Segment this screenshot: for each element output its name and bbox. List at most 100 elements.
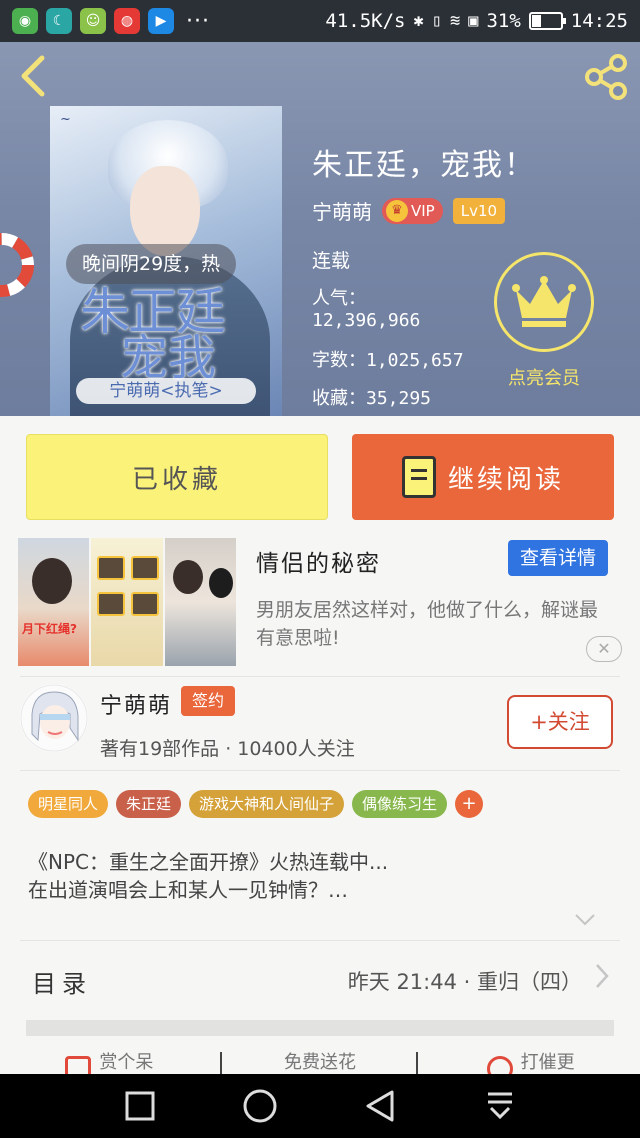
vip-label: VIP xyxy=(411,201,435,220)
notification-pulldown-button[interactable] xyxy=(480,1086,520,1126)
tab-divider xyxy=(220,1052,222,1074)
square-icon xyxy=(125,1091,155,1121)
synopsis[interactable]: 《NPC：重生之全面开撩》火热连载中... 在出道演唱会上和某人一见钟情？… xyxy=(28,848,608,904)
share-button[interactable] xyxy=(582,54,630,100)
chrome-icon: ◍ xyxy=(114,8,140,34)
ad-close-button[interactable]: ✕ xyxy=(586,636,622,662)
vip-badge: ♛ VIP xyxy=(382,197,443,224)
wifi-icon: ≋ xyxy=(449,11,461,31)
serial-status: 连载 xyxy=(312,250,351,272)
toc-latest-chapter[interactable]: 昨天 21:44 · 重归（四） xyxy=(348,966,582,996)
synopsis-line: 在出道演唱会上和某人一见钟情？… xyxy=(28,878,348,902)
back-nav-button[interactable] xyxy=(360,1086,400,1126)
bluetooth-icon: ✱ xyxy=(413,11,424,31)
avatar-illustration xyxy=(20,684,88,752)
app-icon-green: ◉ xyxy=(12,8,38,34)
chevron-left-icon xyxy=(21,55,45,97)
ad-image[interactable]: 月下红绳? xyxy=(18,538,236,666)
toc-label[interactable]: 目录 xyxy=(32,964,92,999)
urge-update-label: 打催更 xyxy=(520,1052,575,1073)
section-separator xyxy=(26,1020,614,1036)
ad-figure xyxy=(208,568,233,598)
vip-membership-button[interactable] xyxy=(494,252,594,352)
popularity-label: 人气： xyxy=(312,288,366,309)
sim-icon: ▣ xyxy=(468,11,479,31)
ad-image-caption: 月下红绳? xyxy=(22,622,77,636)
avatar[interactable] xyxy=(20,684,88,752)
pull-down-icon xyxy=(488,1092,512,1120)
battery-icon xyxy=(528,12,566,30)
ad-panel-1: 月下红绳? xyxy=(18,538,90,666)
play-icon: ▶ xyxy=(148,8,174,34)
author-info-name[interactable]: 宁萌萌 xyxy=(100,688,172,720)
back-button[interactable] xyxy=(16,54,52,98)
system-nav-bar xyxy=(0,1074,640,1138)
cover-author: 宁萌萌<执笔> xyxy=(76,378,256,404)
favorite-count: 收藏：35,295 xyxy=(312,388,432,409)
floating-lifebuoy-button[interactable] xyxy=(0,232,34,298)
ad-game-card xyxy=(131,592,160,616)
book-title: 朱正廷，宠我！ xyxy=(312,148,536,183)
free-flowers-tab[interactable]: 免费送花 xyxy=(284,1048,356,1074)
moon-icon: ☾ xyxy=(46,8,72,34)
ad-game-card xyxy=(131,556,160,580)
triangle-back-icon xyxy=(366,1090,394,1122)
add-tag-button[interactable]: + xyxy=(455,790,484,818)
chevron-right-icon[interactable] xyxy=(594,962,610,997)
continue-reading-label: 继续阅读 xyxy=(447,464,564,495)
reward-tab[interactable]: 赏个呆 xyxy=(65,1048,153,1074)
continue-reading-button[interactable]: 继续阅读 xyxy=(352,434,614,520)
bottom-action-bar: 赏个呆 免费送花 打催更 xyxy=(0,1048,640,1074)
vip-cta-label[interactable]: 点亮会员 xyxy=(496,364,592,390)
level-badge: Lv10 xyxy=(452,197,506,224)
ad-detail-button[interactable]: 查看详情 xyxy=(508,540,608,576)
tag-list: 明星同人 朱正廷 游戏大神和人间仙子 偶像练习生 + xyxy=(28,790,484,818)
word-count: 字数：1,025,657 xyxy=(312,350,464,371)
ad-figure xyxy=(172,560,203,594)
author-row: 宁萌萌 ♛ VIP Lv10 xyxy=(312,196,506,225)
vibrate-icon: ▯ xyxy=(431,11,442,31)
popularity-value: 12,396,966 xyxy=(312,310,421,331)
cover-figure-face xyxy=(130,166,200,256)
home-button[interactable] xyxy=(240,1086,280,1126)
divider xyxy=(20,940,620,941)
urge-update-tab[interactable]: 打催更 xyxy=(486,1048,575,1074)
tag-item[interactable]: 朱正廷 xyxy=(116,790,182,818)
network-speed: 41.5K/s xyxy=(325,10,406,32)
reward-icon xyxy=(65,1056,92,1074)
circle-icon xyxy=(243,1089,277,1123)
tag-item[interactable]: 明星同人 xyxy=(28,790,109,818)
battery-percent: 31% xyxy=(486,10,521,32)
ad-figure xyxy=(32,558,72,604)
page: ◉ ☾ ☺ ◍ ▶ ··· 41.5K/s ✱ ▯ ≋ ▣ 31% 14:25 xyxy=(0,0,640,1138)
collected-button[interactable]: 已收藏 xyxy=(26,434,328,520)
divider xyxy=(20,676,620,677)
lifebuoy-icon xyxy=(0,233,34,297)
crown-icon: ♛ xyxy=(386,199,408,222)
ad-game-card xyxy=(97,556,126,580)
reward-label: 赏个呆 xyxy=(99,1052,154,1073)
divider xyxy=(20,770,620,771)
book-icon xyxy=(401,456,436,498)
author-stats: 著有19部作品 · 10400人关注 xyxy=(100,738,355,760)
status-bar: ◉ ☾ ☺ ◍ ▶ ··· 41.5K/s ✱ ▯ ≋ ▣ 31% 14:25 xyxy=(0,0,640,42)
ad-panel-3 xyxy=(164,538,236,666)
share-icon xyxy=(585,54,627,100)
tab-divider xyxy=(416,1052,418,1074)
urge-icon xyxy=(486,1056,513,1074)
tag-item[interactable]: 偶像练习生 xyxy=(352,790,448,818)
signed-badge: 签约 xyxy=(181,686,235,716)
ad-description: 男朋友居然这样对，他做了什么，解谜最有意思啦! xyxy=(256,599,599,649)
ad-panel-2 xyxy=(91,538,163,666)
ad-title[interactable]: 情侣的秘密 xyxy=(256,544,381,578)
cover-logo-stamp: ~ xyxy=(60,112,71,127)
ad-game-card xyxy=(97,592,126,616)
tag-item[interactable]: 游戏大神和人间仙子 xyxy=(189,790,345,818)
author-name[interactable]: 宁萌萌 xyxy=(312,196,372,225)
expand-synopsis-button[interactable] xyxy=(574,908,596,930)
book-cover[interactable]: ~ 晚间阴29度，热 朱正廷 宠我 宁萌萌<执笔> xyxy=(50,106,282,416)
crown-icon xyxy=(512,276,576,327)
recents-button[interactable] xyxy=(120,1086,160,1126)
follow-button[interactable]: +关注 xyxy=(507,695,613,749)
more-notifications: ··· xyxy=(186,8,210,34)
